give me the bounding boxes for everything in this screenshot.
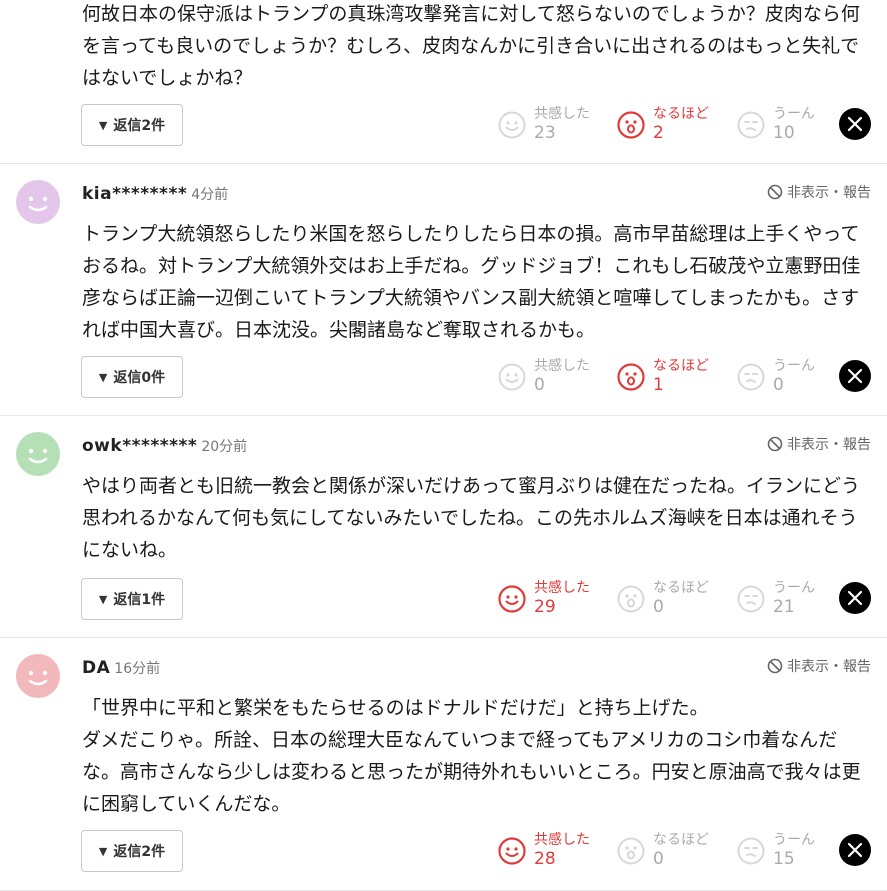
reply-toggle-button[interactable]: ▼ 返信2件 [81,830,183,872]
hide-report-link[interactable]: 非表示・報告 [767,182,871,202]
puzzled-face-icon [737,111,765,139]
username[interactable]: DA [82,658,110,678]
smile-face-icon [498,111,526,139]
share-x-button[interactable] [839,834,871,866]
x-logo-icon [847,590,863,606]
caret-down-icon: ▼ [98,118,108,132]
reaction-sympathy-button[interactable]: 共感した 0 [498,355,618,399]
reaction-count: 21 [773,597,795,617]
smile-face-icon [498,363,526,391]
comment-body: 「世界中に平和と繁栄をもたらせるのはドナルドだけだ」と持ち上げた。 ダメだこりゃ… [82,697,861,815]
reaction-count: 10 [773,123,795,143]
avatar [16,654,60,698]
reaction-label: 共感した [534,580,590,596]
reaction-count: 0 [653,597,664,617]
reply-count: 返信0件 [113,370,166,386]
reaction-count: 0 [773,375,784,395]
comment-item: 何故日本の保守派はトランプの真珠湾攻撃発言に対して怒らないのでしょうか？皮肉なら… [0,0,887,164]
reaction-label: なるほど [653,106,709,122]
reaction-count: 15 [773,849,795,869]
puzzled-face-icon [737,363,765,391]
comment-item: owk******** 20分前 非表示・報告 やはり両者とも旧統一教会と関係が深… [0,416,887,638]
reaction-count: 0 [653,849,664,869]
reaction-sympathy-button[interactable]: 共感した 29 [498,577,618,621]
puzzled-face-icon [737,585,765,613]
reply-toggle-button[interactable]: ▼ 返信1件 [81,578,183,620]
avatar-face-icon [16,432,60,476]
reaction-sympathy-button[interactable]: 共感した 28 [498,829,618,873]
reaction-label: 共感した [534,358,590,374]
share-x-button[interactable] [839,108,871,140]
comment-item: DA 16分前 非表示・報告 「世界中に平和と繁栄をもたらせるのはドナルドだけだ」… [0,638,887,891]
reply-count: 返信1件 [113,592,166,608]
avatar-face-icon [16,180,60,224]
avatar-face-icon [16,654,60,698]
username[interactable]: owk******** [82,436,197,456]
prohibit-icon [767,658,783,674]
reply-count: 返信2件 [113,844,166,860]
caret-down-icon: ▼ [98,592,108,606]
puzzled-face-icon [737,837,765,865]
reaction-label: なるほど [653,832,709,848]
x-logo-icon [847,842,863,858]
reaction-label: うーん [773,358,815,374]
comment-body: トランプ大統領怒らしたり米国を怒らしたりしたら日本の損。高市早苗総理は上手くやっ… [82,223,861,341]
reaction-sympathy-button[interactable]: 共感した 23 [498,103,618,147]
comment-item: kia******** 4分前 非表示・報告 トランプ大統領怒らしたり米国を怒らし… [0,164,887,416]
comment-header: owk******** 20分前 [82,436,247,456]
surprised-face-icon [617,837,645,865]
comment-body: 何故日本の保守派はトランプの真珠湾攻撃発言に対して怒らないのでしょうか？皮肉なら… [82,3,860,89]
caret-down-icon: ▼ [98,370,108,384]
timestamp: 16分前 [114,661,161,677]
reaction-count: 2 [653,123,664,143]
reply-count: 返信2件 [113,118,166,134]
comment-header: DA 16分前 [82,658,160,678]
x-logo-icon [847,116,863,132]
comment-body: やはり両者とも旧統一教会と関係が深いだけあって蜜月ぶりは健在だったね。イランにど… [82,475,861,561]
timestamp: 4分前 [191,187,229,203]
hide-report-link[interactable]: 非表示・報告 [767,656,871,676]
surprised-face-icon [617,111,645,139]
avatar [16,180,60,224]
smile-face-icon [498,585,526,613]
reply-toggle-button[interactable]: ▼ 返信0件 [81,356,183,398]
reaction-count: 23 [534,123,556,143]
hide-report-label: 非表示・報告 [787,437,871,453]
reaction-label: なるほど [653,358,709,374]
reaction-naruhodo-button[interactable]: なるほど 2 [617,103,737,147]
x-logo-icon [847,368,863,384]
reaction-naruhodo-button[interactable]: なるほど 0 [617,829,737,873]
surprised-face-icon [617,363,645,391]
comment-header: kia******** 4分前 [82,184,228,204]
reaction-naruhodo-button[interactable]: なるほど 1 [617,355,737,399]
share-x-button[interactable] [839,582,871,614]
reaction-label: うーん [773,580,815,596]
reaction-count: 1 [653,375,664,395]
timestamp: 20分前 [201,439,248,455]
reaction-count: 0 [534,375,545,395]
hide-report-link[interactable]: 非表示・報告 [767,434,871,454]
reaction-label: うーん [773,832,815,848]
hide-report-label: 非表示・報告 [787,659,871,675]
username[interactable]: kia******** [82,184,187,204]
surprised-face-icon [617,585,645,613]
reply-toggle-button[interactable]: ▼ 返信2件 [81,104,183,146]
reaction-label: 共感した [534,106,590,122]
reaction-label: うーん [773,106,815,122]
hide-report-label: 非表示・報告 [787,185,871,201]
reaction-label: なるほど [653,580,709,596]
reaction-label: 共感した [534,832,590,848]
smile-face-icon [498,837,526,865]
avatar [16,432,60,476]
prohibit-icon [767,184,783,200]
reaction-count: 28 [534,849,556,869]
prohibit-icon [767,436,783,452]
caret-down-icon: ▼ [98,844,108,858]
reaction-count: 29 [534,597,556,617]
reaction-naruhodo-button[interactable]: なるほど 0 [617,577,737,621]
share-x-button[interactable] [839,360,871,392]
